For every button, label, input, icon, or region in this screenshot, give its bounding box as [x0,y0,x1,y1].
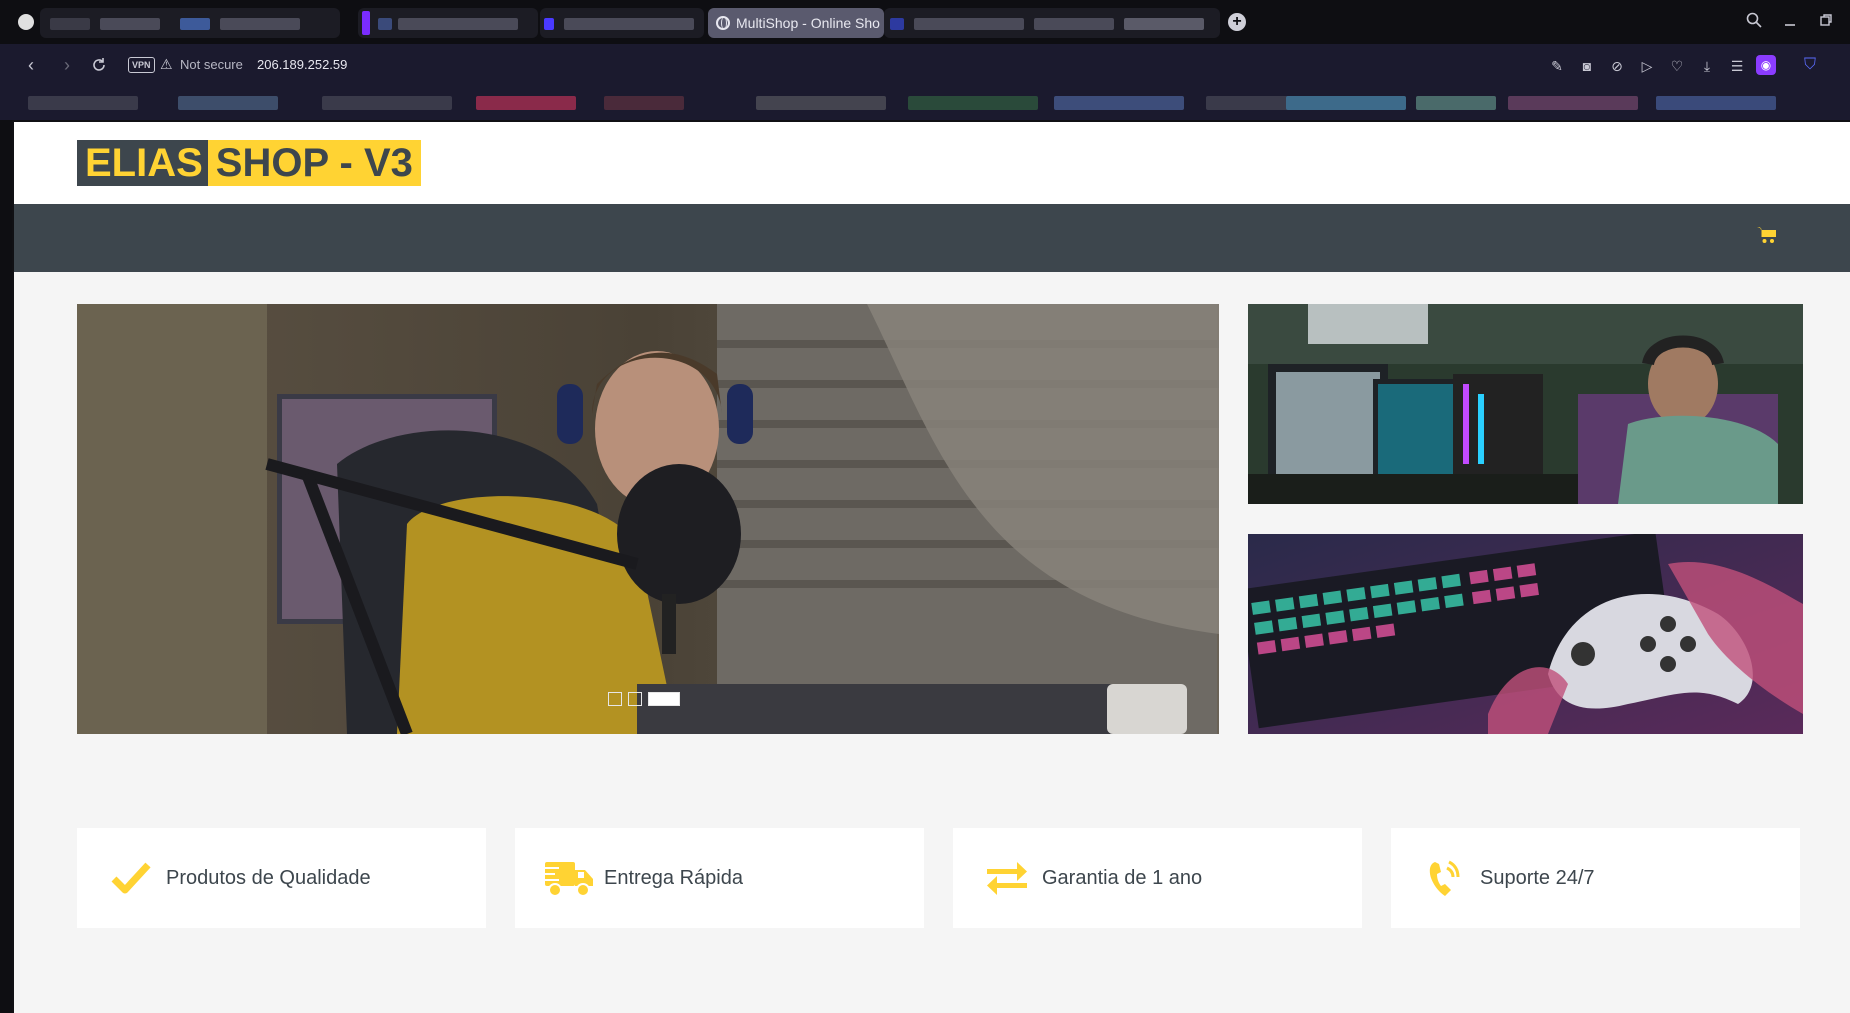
camera-icon[interactable]: ◙ [1578,57,1596,75]
search-icon[interactable] [1744,12,1764,32]
site-navbar [14,204,1850,272]
carousel-indicator-active[interactable] [648,692,680,706]
vpn-badge[interactable]: VPN [128,57,155,73]
globe-icon [716,16,730,30]
reload-icon[interactable] [88,54,110,76]
warning-icon[interactable]: ⚠ [160,56,173,73]
feature-label: Garantia de 1 ano [1042,866,1203,889]
url-input[interactable]: 206.189.252.59 [257,57,347,72]
heart-icon[interactable]: ♡ [1668,57,1686,75]
carousel-indicator[interactable] [628,692,642,706]
restore-icon[interactable] [1816,12,1836,32]
feature-card-warranty: Garantia de 1 ano [953,828,1362,928]
security-status[interactable]: Not secure [180,57,243,72]
play-icon[interactable]: ▷ [1638,57,1656,75]
site-logo[interactable]: ELIAS SHOP - V3 [77,140,421,186]
hero-image [77,304,1219,734]
block-icon[interactable]: ⊘ [1608,57,1626,75]
logo-text-primary: ELIAS [77,140,208,186]
browser-tab[interactable] [884,8,1220,38]
site-header: ELIAS SHOP - V3 [14,122,1850,204]
feature-label: Suporte 24/7 [1480,866,1595,889]
address-bar: ‹ › VPN ⚠ Not secure 206.189.252.59 ✎ ◙ … [0,44,1850,86]
feature-label: Entrega Rápida [604,866,743,889]
hero-carousel[interactable] [77,304,1219,734]
back-icon[interactable]: ‹ [20,54,42,76]
feature-card-support: Suporte 24/7 [1391,828,1800,928]
browser-tab[interactable] [540,8,704,38]
feature-card-quality: Produtos de Qualidade [77,828,486,928]
exchange-icon [978,855,1036,901]
menu-icon[interactable]: ☰ [1728,57,1746,75]
check-icon [102,855,160,901]
edit-icon[interactable]: ✎ [1548,57,1566,75]
offer-image-controller[interactable] [1248,534,1803,734]
phone-volume-icon [1416,855,1474,901]
offer-image-gamer[interactable] [1248,304,1803,504]
carousel-indicators [608,692,680,706]
truck-icon [540,855,598,901]
bitwarden-icon[interactable]: ⛉ [1804,55,1822,75]
forward-icon[interactable]: › [56,54,78,76]
browser-sidebar [0,44,12,1013]
browser-tab[interactable] [40,8,340,38]
carousel-indicator[interactable] [608,692,622,706]
bookmarks-bar [0,86,1850,120]
minimize-icon[interactable] [1780,12,1800,32]
tab-title: MultiShop - Online Sho [736,15,880,31]
shopping-cart-icon[interactable] [1757,226,1783,250]
browser-tab-active[interactable]: MultiShop - Online Sho [708,8,884,38]
browser-tab-bar: MultiShop - Online Sho + [0,0,1850,44]
profile-icon[interactable]: ◉ [1756,55,1776,75]
web-page: ELIAS SHOP - V3 Produtos de Qualidade En… [14,122,1850,1013]
new-tab-button[interactable]: + [1228,13,1246,31]
logo-text-secondary: SHOP - V3 [207,140,421,186]
browser-tab[interactable] [358,8,538,38]
feature-card-delivery: Entrega Rápida [515,828,924,928]
download-icon[interactable]: ⤓ [1698,57,1716,75]
github-icon [18,14,34,30]
feature-label: Produtos de Qualidade [166,866,371,889]
